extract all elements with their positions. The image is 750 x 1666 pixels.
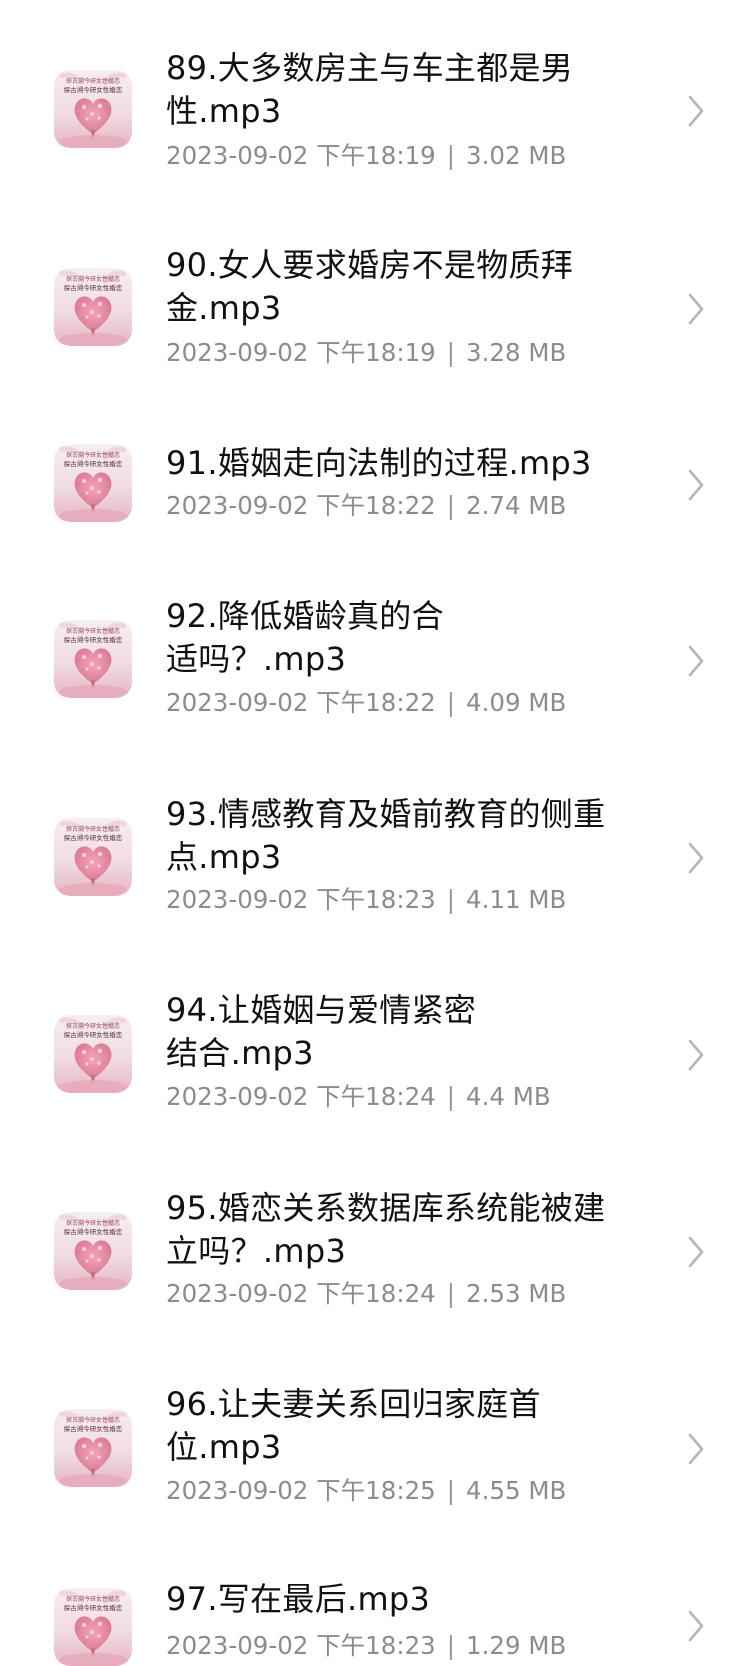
list-item[interactable]: 探古溯今研女性婚恋 探古溯今研女性婚恋 94.让婚姻与爱情紧密结合.mp3 202… xyxy=(0,975,750,1155)
meta-separator: | xyxy=(446,1476,456,1505)
chevron-right-icon[interactable] xyxy=(686,93,706,129)
heart-tree-cover-icon: 探古溯今研女性婚恋 探古溯今研女性婚恋 xyxy=(54,444,132,522)
meta-separator: | xyxy=(446,338,456,367)
list-item[interactable]: 探古溯今研女性婚恋 探古溯今研女性婚恋 95.婚恋关系数据库系统能被建立吗？.mp… xyxy=(0,1175,750,1355)
file-size: 4.11 MB xyxy=(466,885,567,914)
chevron-right-icon[interactable] xyxy=(686,840,706,876)
svg-text:探古溯今研女性婚恋: 探古溯今研女性婚恋 xyxy=(64,459,123,468)
heart-tree-cover-icon: 探古溯今研女性婚恋 探古溯今研女性婚恋 xyxy=(54,818,132,896)
svg-text:探古溯今研女性婚恋: 探古溯今研女性婚恋 xyxy=(66,1022,120,1030)
file-title: 93.情感教育及婚前教育的侧重点.mp3 xyxy=(166,795,606,876)
file-datetime: 2023-09-02 下午18:23 xyxy=(166,1631,436,1660)
file-title: 92.降低婚龄真的合适吗？.mp3 xyxy=(166,597,444,678)
chevron-right-icon[interactable] xyxy=(686,1608,706,1644)
svg-text:探古溯今研女性婚恋: 探古溯今研女性婚恋 xyxy=(66,1416,120,1424)
heart-tree-cover-icon: 探古溯今研女性婚恋 探古溯今研女性婚恋 xyxy=(54,1015,132,1093)
file-meta: 2023-09-02 下午18:23 | 4.11 MB xyxy=(166,885,566,915)
file-title: 96.让夫妻关系回归家庭首位.mp3 xyxy=(166,1385,541,1466)
file-meta: 2023-09-02 下午18:19 | 3.28 MB xyxy=(166,338,566,368)
file-title: 95.婚恋关系数据库系统能被建立吗？.mp3 xyxy=(166,1189,606,1270)
chevron-right-icon[interactable] xyxy=(686,1431,706,1467)
svg-text:探古溯今研女性婚恋: 探古溯今研女性婚恋 xyxy=(66,1595,120,1603)
file-meta: 2023-09-02 下午18:24 | 2.53 MB xyxy=(166,1279,566,1309)
meta-separator: | xyxy=(446,141,456,170)
file-datetime: 2023-09-02 下午18:24 xyxy=(166,1082,436,1111)
chevron-right-icon[interactable] xyxy=(686,643,706,679)
svg-text:探古溯今研女性婚恋: 探古溯今研女性婚恋 xyxy=(66,275,120,283)
list-item[interactable]: 探古溯今研女性婚恋 探古溯今研女性婚恋 92.降低婚龄真的合适吗？.mp3 202… xyxy=(0,575,750,755)
file-size: 3.02 MB xyxy=(466,141,567,170)
file-title: 91.婚姻走向法制的过程.mp3 xyxy=(166,444,592,482)
file-datetime: 2023-09-02 下午18:22 xyxy=(166,491,436,520)
heart-tree-cover-icon: 探古溯今研女性婚恋 探古溯今研女性婚恋 xyxy=(54,70,132,148)
heart-tree-cover-icon: 探古溯今研女性婚恋 探古溯今研女性婚恋 xyxy=(54,1409,132,1487)
file-title: 89.大多数房主与车主都是男性.mp3 xyxy=(166,49,574,130)
file-meta: 2023-09-02 下午18:19 | 3.02 MB xyxy=(166,141,566,171)
list-item[interactable]: 探古溯今研女性婚恋 探古溯今研女性婚恋 90.女人要求婚房不是物质拜金.mp3 2… xyxy=(0,200,750,380)
file-size: 4.55 MB xyxy=(466,1476,567,1505)
chevron-right-icon[interactable] xyxy=(686,1037,706,1073)
file-datetime: 2023-09-02 下午18:25 xyxy=(166,1476,436,1505)
file-meta: 2023-09-02 下午18:22 | 4.09 MB xyxy=(166,688,566,718)
heart-tree-cover-icon: 探古溯今研女性婚恋 探古溯今研女性婚恋 xyxy=(54,620,132,698)
list-item[interactable]: 探古溯今研女性婚恋 探古溯今研女性婚恋 93.情感教育及婚前教育的侧重点.mp3 … xyxy=(0,775,750,955)
svg-text:探古溯今研女性婚恋: 探古溯今研女性婚恋 xyxy=(66,77,120,85)
chevron-right-icon[interactable] xyxy=(686,291,706,327)
svg-text:探古溯今研女性婚恋: 探古溯今研女性婚恋 xyxy=(64,85,123,94)
file-list: 探古溯今研女性婚恋 探古溯今研女性婚恋 89.大多数房主与车主都是男性.mp3 2… xyxy=(0,0,750,1666)
meta-separator: | xyxy=(446,885,456,914)
svg-text:探古溯今研女性婚恋: 探古溯今研女性婚恋 xyxy=(64,1030,123,1039)
svg-text:探古溯今研女性婚恋: 探古溯今研女性婚恋 xyxy=(66,627,120,635)
heart-tree-cover-icon: 探古溯今研女性婚恋 探古溯今研女性婚恋 xyxy=(54,268,132,346)
meta-separator: | xyxy=(446,1082,456,1111)
file-datetime: 2023-09-02 下午18:23 xyxy=(166,885,436,914)
file-meta: 2023-09-02 下午18:25 | 4.55 MB xyxy=(166,1476,566,1506)
chevron-right-icon[interactable] xyxy=(686,467,706,503)
svg-text:探古溯今研女性婚恋: 探古溯今研女性婚恋 xyxy=(66,451,120,459)
svg-text:探古溯今研女性婚恋: 探古溯今研女性婚恋 xyxy=(64,1603,123,1612)
file-datetime: 2023-09-02 下午18:19 xyxy=(166,141,436,170)
svg-text:探古溯今研女性婚恋: 探古溯今研女性婚恋 xyxy=(64,635,123,644)
file-title: 94.让婚姻与爱情紧密结合.mp3 xyxy=(166,991,477,1072)
file-datetime: 2023-09-02 下午18:24 xyxy=(166,1279,436,1308)
list-item[interactable]: 探古溯今研女性婚恋 探古溯今研女性婚恋 91.婚姻走向法制的过程.mp3 2023… xyxy=(0,400,750,560)
svg-text:探古溯今研女性婚恋: 探古溯今研女性婚恋 xyxy=(64,1227,123,1236)
file-size: 4.09 MB xyxy=(466,688,567,717)
file-title: 90.女人要求婚房不是物质拜金.mp3 xyxy=(166,246,574,327)
chevron-right-icon[interactable] xyxy=(686,1234,706,1270)
file-size: 3.28 MB xyxy=(466,338,567,367)
heart-tree-cover-icon: 探古溯今研女性婚恋 探古溯今研女性婚恋 xyxy=(54,1588,132,1666)
file-size: 1.29 MB xyxy=(466,1631,567,1660)
list-item[interactable]: 探古溯今研女性婚恋 探古溯今研女性婚恋 97.写在最后.mp3 2023-09-0… xyxy=(0,1560,750,1666)
file-size: 4.4 MB xyxy=(466,1082,551,1111)
meta-separator: | xyxy=(446,1631,456,1660)
list-item[interactable]: 探古溯今研女性婚恋 探古溯今研女性婚恋 89.大多数房主与车主都是男性.mp3 2… xyxy=(0,0,750,200)
file-meta: 2023-09-02 下午18:24 | 4.4 MB xyxy=(166,1082,551,1112)
file-meta: 2023-09-02 下午18:23 | 1.29 MB xyxy=(166,1631,566,1661)
meta-separator: | xyxy=(446,688,456,717)
svg-text:探古溯今研女性婚恋: 探古溯今研女性婚恋 xyxy=(66,1219,120,1227)
svg-text:探古溯今研女性婚恋: 探古溯今研女性婚恋 xyxy=(66,825,120,833)
svg-text:探古溯今研女性婚恋: 探古溯今研女性婚恋 xyxy=(64,1424,123,1433)
heart-tree-cover-icon: 探古溯今研女性婚恋 探古溯今研女性婚恋 xyxy=(54,1212,132,1290)
meta-separator: | xyxy=(446,491,456,520)
file-datetime: 2023-09-02 下午18:19 xyxy=(166,338,436,367)
file-meta: 2023-09-02 下午18:22 | 2.74 MB xyxy=(166,491,566,521)
file-size: 2.53 MB xyxy=(466,1279,567,1308)
file-size: 2.74 MB xyxy=(466,491,567,520)
svg-text:探古溯今研女性婚恋: 探古溯今研女性婚恋 xyxy=(64,833,123,842)
meta-separator: | xyxy=(446,1279,456,1308)
list-item[interactable]: 探古溯今研女性婚恋 探古溯今研女性婚恋 96.让夫妻关系回归家庭首位.mp3 20… xyxy=(0,1375,750,1555)
file-title: 97.写在最后.mp3 xyxy=(166,1580,431,1618)
file-datetime: 2023-09-02 下午18:22 xyxy=(166,688,436,717)
svg-text:探古溯今研女性婚恋: 探古溯今研女性婚恋 xyxy=(64,283,123,292)
